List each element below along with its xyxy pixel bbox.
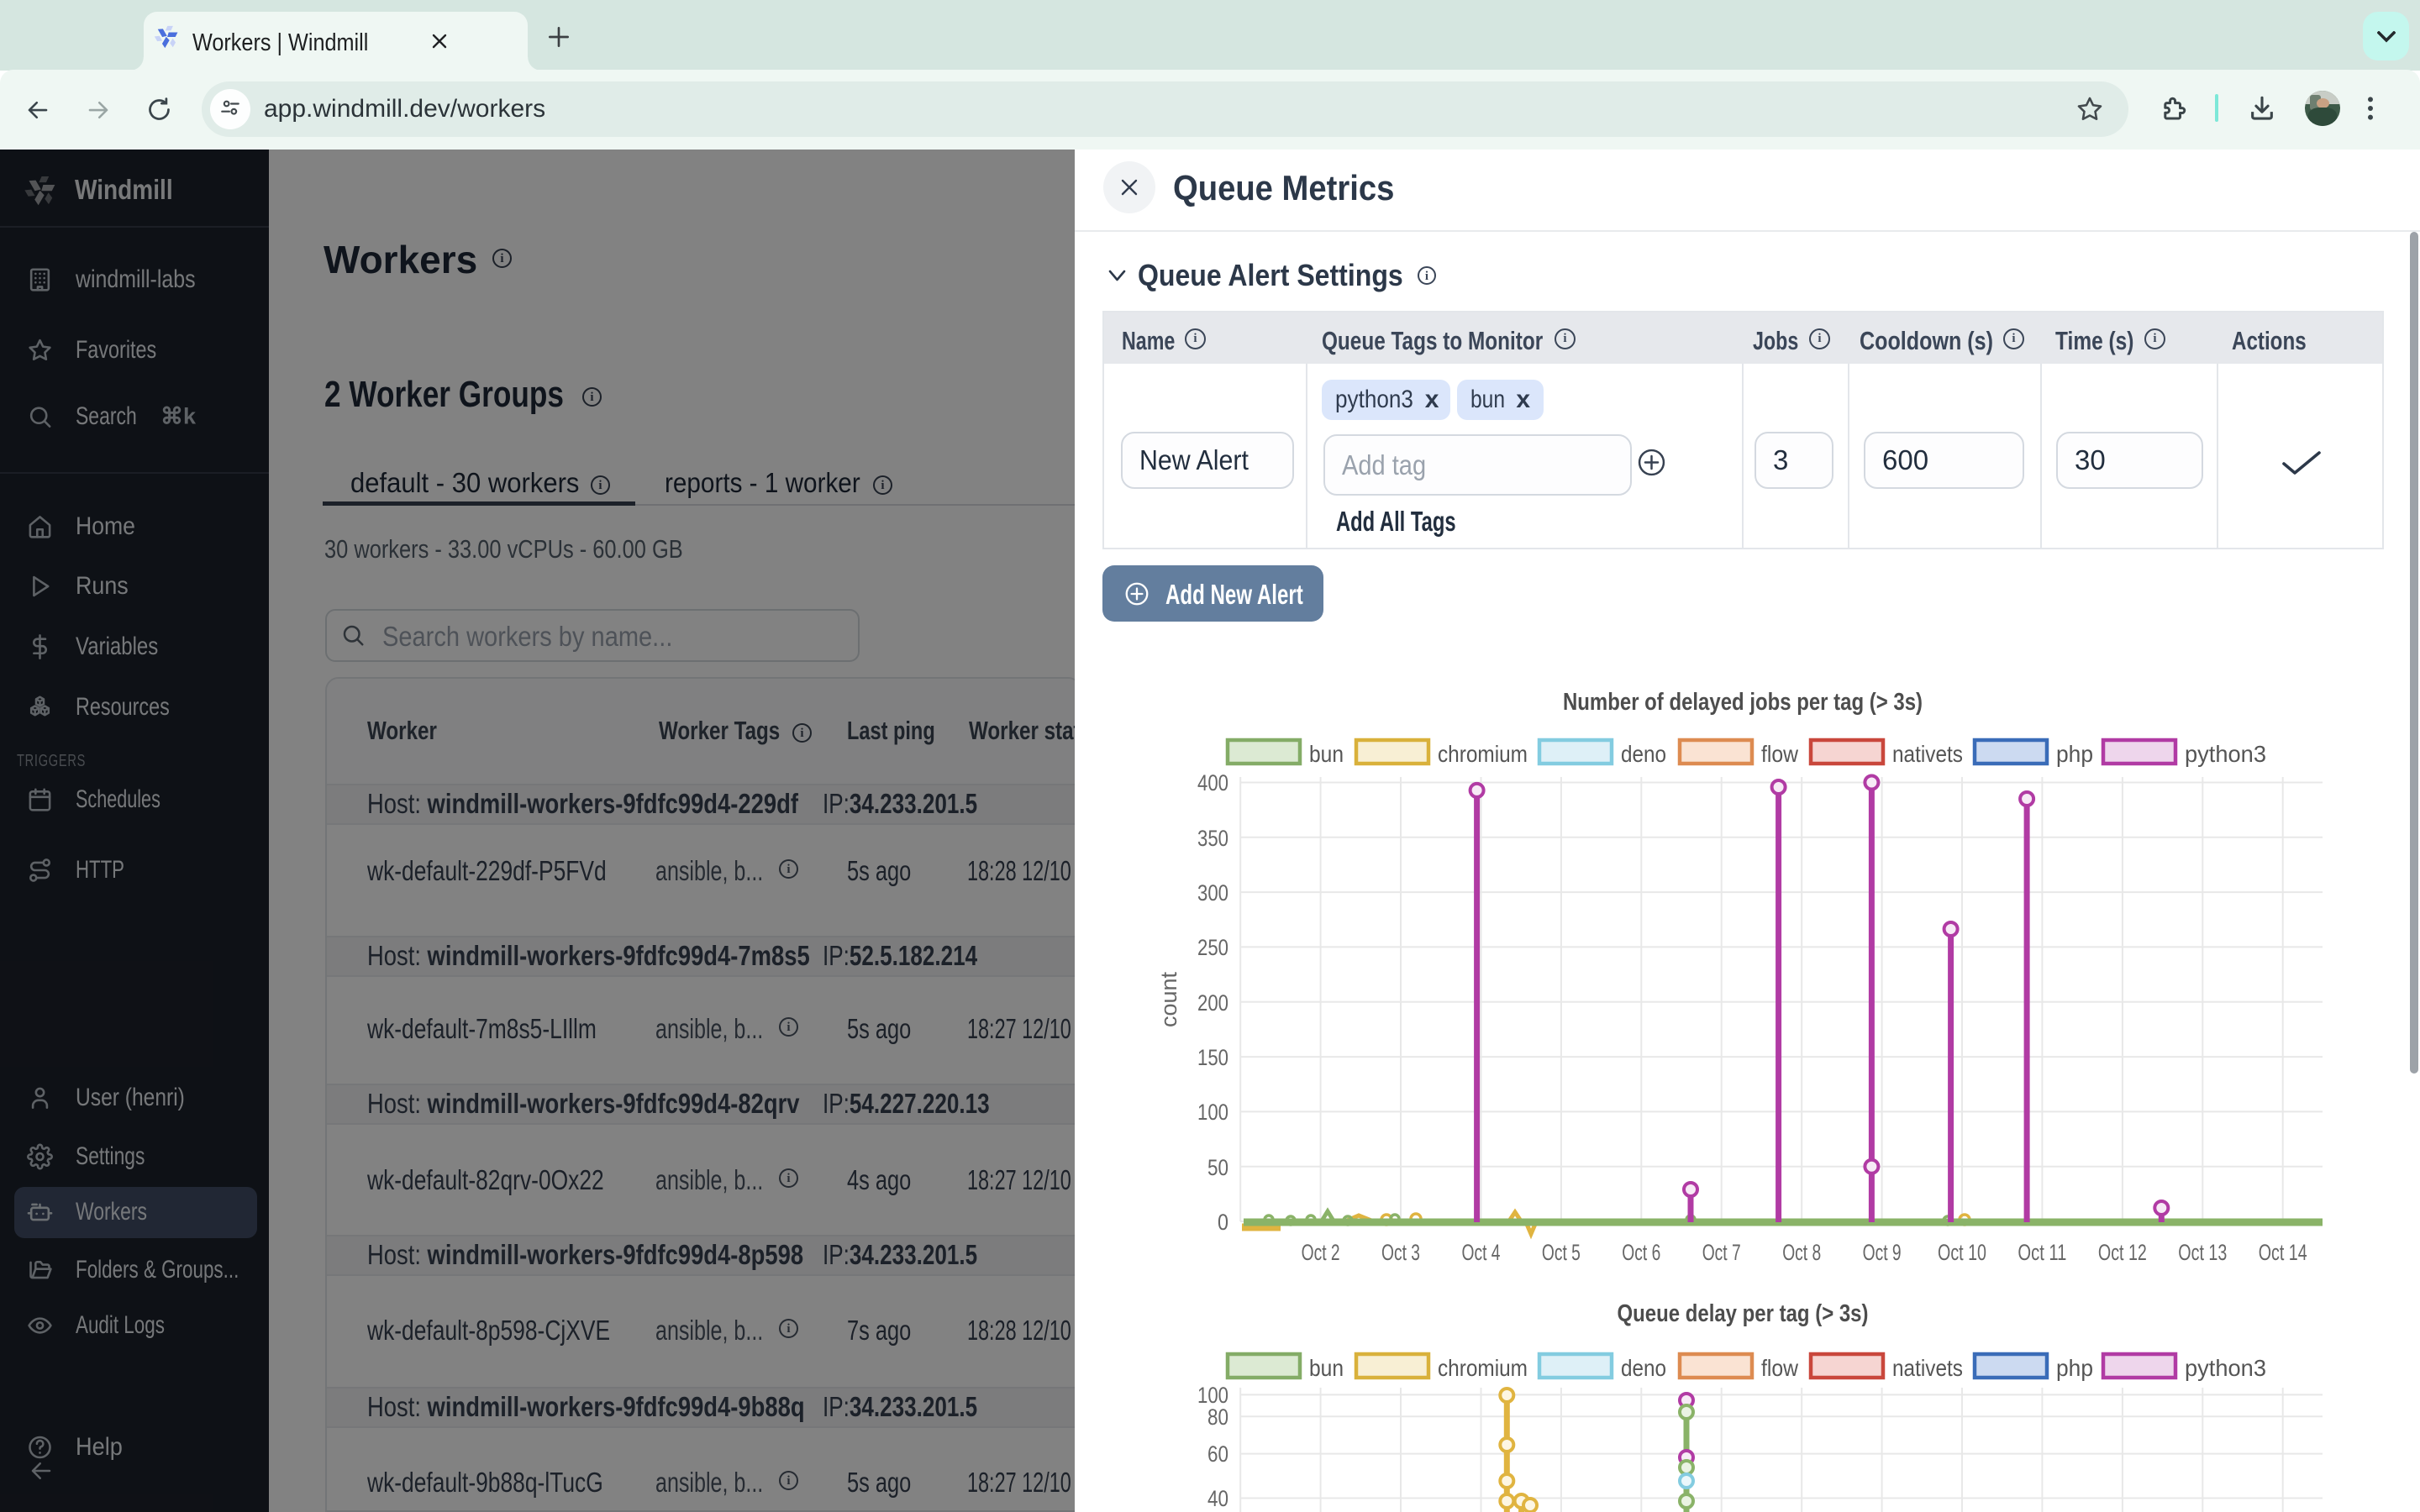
svg-text:Oct 3: Oct 3 [1381, 1240, 1420, 1265]
svg-text:bun: bun [1309, 741, 1344, 767]
svg-text:100: 100 [1197, 1100, 1228, 1125]
svg-text:250: 250 [1197, 935, 1228, 960]
svg-text:60: 60 [1207, 1441, 1228, 1467]
svg-text:flow: flow [1761, 1355, 1799, 1381]
svg-text:php: php [2056, 1355, 2093, 1381]
svg-text:Oct 14: Oct 14 [2259, 1240, 2307, 1265]
svg-text:Oct 11: Oct 11 [2018, 1240, 2066, 1265]
svg-text:Oct 4: Oct 4 [1462, 1240, 1501, 1265]
svg-text:Oct 12: Oct 12 [2098, 1240, 2147, 1265]
svg-text:Oct 7: Oct 7 [1702, 1240, 1741, 1265]
svg-text:Oct 6: Oct 6 [1622, 1240, 1660, 1265]
svg-text:Oct 9: Oct 9 [1863, 1240, 1902, 1265]
svg-text:php: php [2056, 741, 2093, 767]
svg-text:Oct 8: Oct 8 [1782, 1240, 1821, 1265]
svg-text:deno: deno [1621, 1355, 1666, 1381]
svg-text:python3: python3 [2185, 741, 2266, 767]
svg-text:200: 200 [1197, 990, 1228, 1016]
svg-text:deno: deno [1621, 741, 1666, 767]
svg-text:80: 80 [1207, 1404, 1228, 1430]
svg-text:bun: bun [1309, 1355, 1344, 1381]
svg-text:50: 50 [1207, 1155, 1228, 1180]
svg-text:Oct 13: Oct 13 [2178, 1240, 2227, 1265]
svg-text:400: 400 [1197, 770, 1228, 795]
svg-text:150: 150 [1197, 1045, 1228, 1070]
svg-text:Oct 5: Oct 5 [1542, 1240, 1581, 1265]
svg-text:nativets: nativets [1892, 741, 1963, 767]
svg-text:python3: python3 [2185, 1355, 2266, 1381]
svg-text:chromium: chromium [1438, 741, 1528, 767]
svg-text:Oct 10: Oct 10 [1938, 1240, 1986, 1265]
svg-text:chromium: chromium [1438, 1355, 1528, 1381]
svg-text:Number of delayed jobs per tag: Number of delayed jobs per tag (> 3s) [1563, 689, 1923, 716]
svg-text:count: count [1156, 971, 1181, 1027]
svg-text:Queue delay per tag (> 3s): Queue delay per tag (> 3s) [1618, 1300, 1869, 1327]
svg-text:0: 0 [1218, 1210, 1228, 1235]
svg-text:nativets: nativets [1892, 1355, 1963, 1381]
svg-text:300: 300 [1197, 880, 1228, 906]
svg-text:Oct 2: Oct 2 [1302, 1240, 1340, 1265]
svg-text:40: 40 [1207, 1486, 1228, 1511]
svg-text:flow: flow [1761, 741, 1799, 767]
svg-text:350: 350 [1197, 826, 1228, 851]
